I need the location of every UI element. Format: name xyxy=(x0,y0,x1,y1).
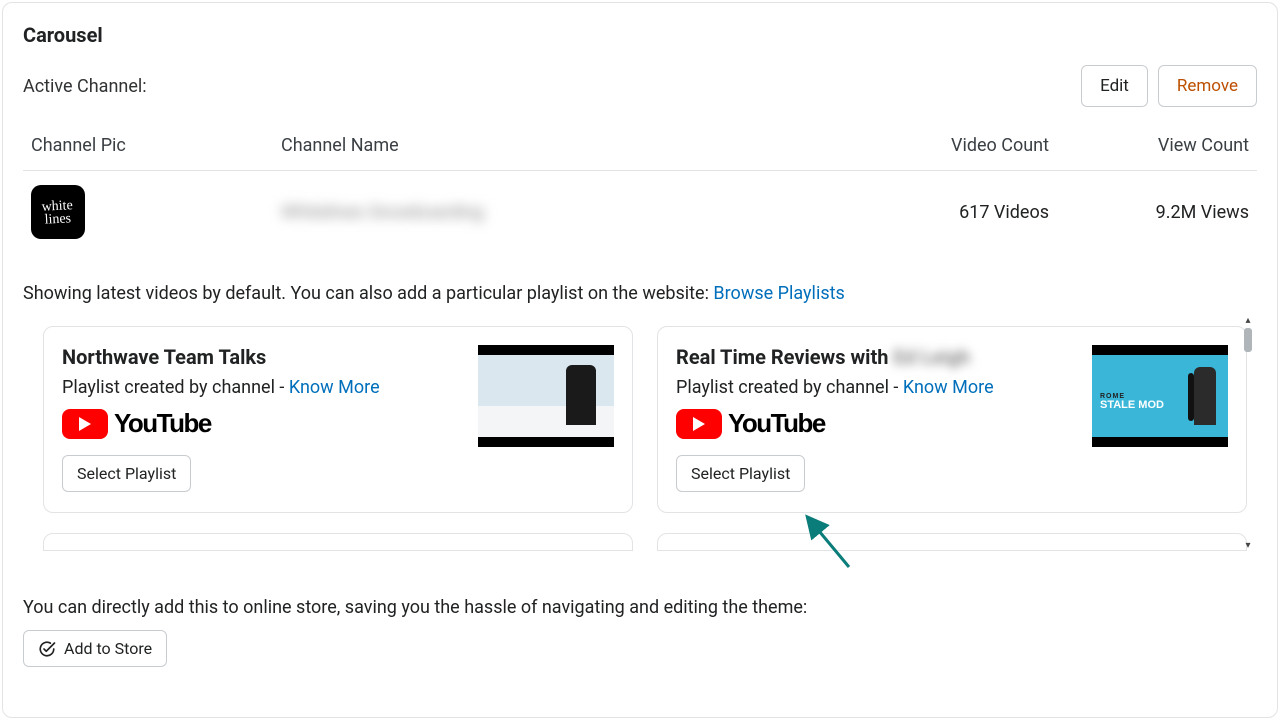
scroll-up-icon[interactable]: ▴ xyxy=(1245,316,1250,326)
playlist-title: Northwave Team Talks xyxy=(62,345,462,369)
youtube-brand: YouTube xyxy=(676,408,1076,439)
youtube-text: YouTube xyxy=(728,408,825,439)
checkmark-icon xyxy=(38,640,56,658)
scroll-down-icon[interactable]: ▾ xyxy=(1245,541,1250,551)
col-video-count: Video Count xyxy=(857,125,1057,171)
carousel-panel: Carousel Active Channel: Edit Remove Cha… xyxy=(2,2,1278,718)
youtube-text: YouTube xyxy=(114,408,211,439)
active-channel-label: Active Channel: xyxy=(23,76,147,97)
video-count: 617 Videos xyxy=(857,171,1057,254)
channel-name: Whitelines Snowboarding xyxy=(281,202,484,223)
youtube-brand: YouTube xyxy=(62,408,462,439)
section-title: Carousel xyxy=(23,23,1257,47)
youtube-icon xyxy=(62,409,108,439)
playlist-subtitle: Playlist created by channel - Know More xyxy=(676,377,1076,398)
playlist-card-peek xyxy=(43,533,633,551)
playlist-help-text: Showing latest videos by default. You ca… xyxy=(23,283,1257,304)
select-playlist-button[interactable]: Select Playlist xyxy=(62,455,191,492)
remove-button[interactable]: Remove xyxy=(1158,65,1257,107)
youtube-icon xyxy=(676,409,722,439)
playlist-subtitle: Playlist created by channel - Know More xyxy=(62,377,462,398)
playlist-thumbnail xyxy=(478,345,614,447)
playlist-thumbnail: ROMESTALE MOD xyxy=(1092,345,1228,447)
active-channel-row: Active Channel: Edit Remove xyxy=(23,65,1257,107)
col-channel-pic: Channel Pic xyxy=(23,125,273,171)
select-playlist-button[interactable]: Select Playlist xyxy=(676,455,805,492)
playlist-title: Real Time Reviews with Ed Leigh xyxy=(676,345,1076,369)
playlist-card-peek xyxy=(657,533,1247,551)
col-view-count: View Count xyxy=(1057,125,1257,171)
channel-avatar: whitelines xyxy=(31,185,85,239)
add-to-store-button[interactable]: Add to Store xyxy=(23,630,167,667)
playlist-card: Northwave Team Talks Playlist created by… xyxy=(43,326,633,513)
playlist-grid: Northwave Team Talks Playlist created by… xyxy=(43,326,1247,513)
know-more-link[interactable]: Know More xyxy=(903,377,994,398)
view-count: 9.2M Views xyxy=(1057,171,1257,254)
know-more-link[interactable]: Know More xyxy=(289,377,380,398)
scrollbar[interactable]: ▴ ▾ xyxy=(1241,316,1255,551)
col-channel-name: Channel Name xyxy=(273,125,857,171)
browse-playlists-link[interactable]: Browse Playlists xyxy=(713,283,844,304)
table-row: whitelines Whitelines Snowboarding 617 V… xyxy=(23,171,1257,254)
add-to-store-text: You can directly add this to online stor… xyxy=(23,597,1257,618)
scroll-thumb[interactable] xyxy=(1244,328,1252,352)
playlist-card: Real Time Reviews with Ed Leigh Playlist… xyxy=(657,326,1247,513)
channel-table: Channel Pic Channel Name Video Count Vie… xyxy=(23,125,1257,253)
edit-button[interactable]: Edit xyxy=(1081,65,1148,107)
